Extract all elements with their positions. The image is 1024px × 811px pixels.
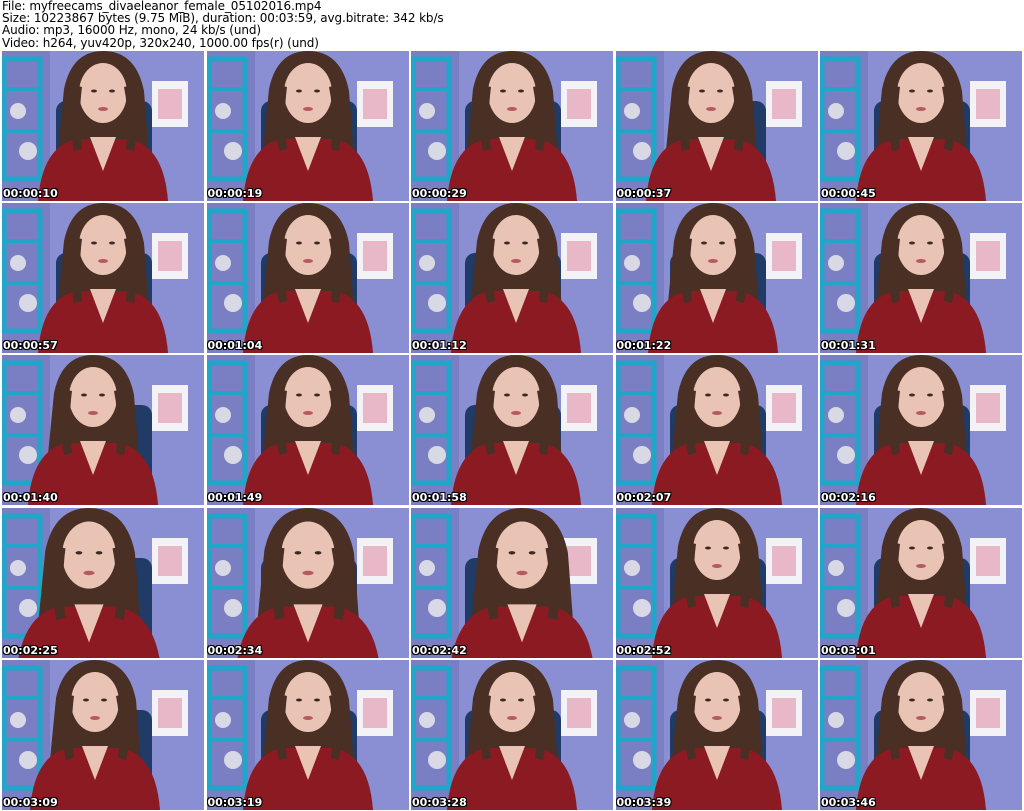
thumbnail-frame-image (206, 355, 409, 506)
thumbnail-frame-image (615, 203, 818, 354)
video-thumbnail[interactable]: 00:01:31 (820, 203, 1022, 354)
video-info-line: Video: h264, yuv420p, 320x240, 1000.00 f… (2, 35, 319, 50)
video-thumbnail[interactable]: 00:01:12 (411, 203, 613, 354)
thumbnail-frame-image (206, 659, 409, 810)
thumbnail-timestamp: 00:00:29 (412, 187, 467, 200)
thumbnail-timestamp: 00:01:58 (412, 491, 467, 505)
thumbnail-frame-image (2, 507, 204, 658)
thumbnail-timestamp: 00:00:37 (616, 187, 672, 200)
thumbnail-timestamp: 00:03:46 (821, 795, 876, 809)
thumbnail-timestamp: 00:03:28 (412, 795, 467, 809)
thumbnail-frame-image (411, 507, 613, 658)
thumbnail-frame-image (820, 203, 1022, 354)
video-thumbnail[interactable]: 00:00:29 (411, 51, 613, 201)
thumbnail-timestamp: 00:01:22 (616, 339, 672, 353)
video-thumbnail[interactable]: 00:03:01 (820, 507, 1022, 658)
thumbnail-frame-image (615, 659, 818, 810)
thumbnail-timestamp: 00:03:09 (3, 795, 58, 809)
thumbnail-timestamp: 00:01:40 (3, 491, 58, 505)
thumbnail-frame-image (206, 51, 409, 201)
thumbnail-timestamp: 00:01:31 (821, 339, 876, 353)
video-thumbnail[interactable]: 00:01:49 (206, 355, 409, 506)
video-thumbnail[interactable]: 00:00:19 (206, 51, 409, 201)
video-thumbnail[interactable]: 00:03:19 (206, 659, 409, 810)
video-thumbnail[interactable]: 00:03:39 (615, 659, 818, 810)
thumbnail-frame-image (411, 203, 613, 354)
audio-info-line: Audio: mp3, 16000 Hz, mono, 24 kb/s (und… (2, 23, 261, 38)
video-thumbnail[interactable]: 00:02:34 (206, 507, 409, 658)
thumbnail-frame-image (2, 355, 204, 506)
thumbnail-frame-image (615, 51, 818, 201)
thumbnail-timestamp: 00:02:16 (821, 491, 876, 505)
thumbnail-frame-image (615, 507, 818, 658)
video-thumbnail[interactable]: 00:03:09 (2, 659, 204, 810)
video-thumbnail[interactable]: 00:03:28 (411, 659, 613, 810)
thumbnail-timestamp: 00:01:04 (207, 339, 263, 353)
video-thumbnail[interactable]: 00:02:42 (411, 507, 613, 658)
thumbnail-frame-image (2, 203, 204, 354)
video-thumbnail[interactable]: 00:02:25 (2, 507, 204, 658)
thumbnail-timestamp: 00:02:34 (207, 643, 263, 657)
video-thumbnail[interactable]: 00:01:22 (615, 203, 818, 354)
thumbnail-frame-image (411, 355, 613, 506)
video-thumbnail[interactable]: 00:02:07 (615, 355, 818, 506)
thumbnail-frame-image (411, 659, 613, 810)
thumbnail-timestamp: 00:01:49 (207, 491, 263, 505)
thumbnail-timestamp: 00:02:25 (3, 643, 58, 657)
thumbnail-timestamp: 00:02:42 (412, 643, 467, 657)
thumbnail-frame-image (2, 659, 204, 810)
video-thumbnail[interactable]: 00:02:16 (820, 355, 1022, 506)
video-thumbnail[interactable]: 00:01:04 (206, 203, 409, 354)
thumbnail-timestamp: 00:00:45 (821, 187, 876, 200)
video-thumbnail[interactable]: 00:01:40 (2, 355, 204, 506)
thumbnail-frame-image (206, 507, 409, 658)
video-thumbnail[interactable]: 00:00:10 (2, 51, 204, 201)
video-thumbnail[interactable]: 00:00:57 (2, 203, 204, 354)
thumbnail-frame-image (820, 659, 1022, 810)
file-info-header: File: myfreecams_divaeleanor_female_0510… (2, 0, 444, 49)
video-thumbnail[interactable]: 00:02:52 (615, 507, 818, 658)
thumbnail-timestamp: 00:00:19 (207, 187, 263, 200)
thumbnail-frame-image (206, 203, 409, 354)
thumbnail-frame-image (820, 355, 1022, 506)
thumbnail-timestamp: 00:01:12 (412, 339, 467, 353)
thumbnail-timestamp: 00:03:39 (616, 795, 672, 809)
video-thumbnail[interactable]: 00:00:37 (615, 51, 818, 201)
thumbnail-timestamp: 00:00:10 (3, 187, 58, 200)
thumbnail-timestamp: 00:02:07 (616, 491, 672, 505)
thumbnail-grid: 00:00:10 00:00:19 00:00:29 00:00:37 00:0… (2, 51, 1022, 810)
thumbnail-timestamp: 00:03:01 (821, 643, 876, 657)
video-thumbnail[interactable]: 00:03:46 (820, 659, 1022, 810)
thumbnail-frame-image (2, 51, 204, 201)
video-thumbnail[interactable]: 00:00:45 (820, 51, 1022, 201)
thumbnail-frame-image (615, 355, 818, 506)
thumbnail-frame-image (820, 51, 1022, 201)
thumbnail-frame-image (411, 51, 613, 201)
thumbnail-timestamp: 00:00:57 (3, 339, 58, 353)
thumbnail-timestamp: 00:02:52 (616, 643, 672, 657)
thumbnail-frame-image (820, 507, 1022, 658)
thumbnail-timestamp: 00:03:19 (207, 795, 263, 809)
video-thumbnail[interactable]: 00:01:58 (411, 355, 613, 506)
